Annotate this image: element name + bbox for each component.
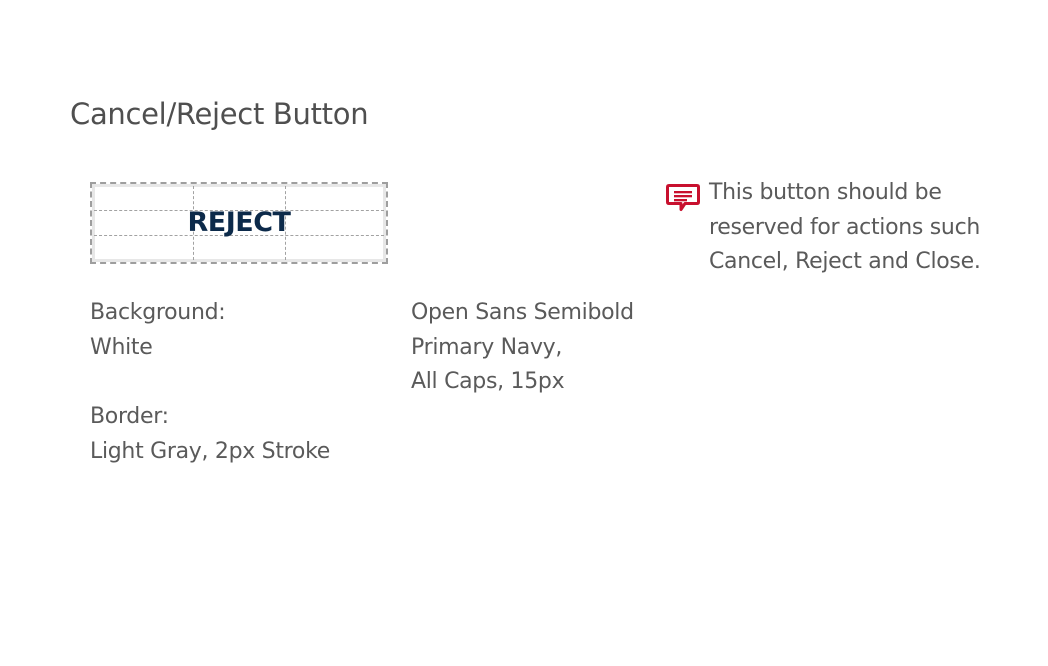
- spec-border-label: Border:: [90, 404, 169, 429]
- usage-note-text: This button should be reserved for actio…: [709, 176, 981, 280]
- usage-note-line: This button should be: [709, 180, 942, 205]
- spec-border: Border: Light Gray, 2px Stroke: [90, 400, 330, 469]
- spec-font-line: Open Sans Semibold: [411, 300, 634, 325]
- spec-font-line: Primary Navy,: [411, 334, 563, 360]
- page-title: Cancel/Reject Button: [70, 97, 369, 131]
- usage-note-line: Cancel, Reject and Close.: [709, 249, 981, 274]
- spec-font: Open Sans Semibold Primary Navy, All Cap…: [411, 296, 634, 400]
- spec-background: Background: White: [90, 296, 226, 365]
- reject-button-label: REJECT: [187, 207, 291, 238]
- spec-font-line: All Caps, 15px: [411, 369, 565, 394]
- spec-border-value: Light Gray, 2px Stroke: [90, 438, 330, 464]
- reject-button-preview[interactable]: REJECT: [90, 182, 388, 264]
- spec-background-value: White: [90, 334, 153, 360]
- spec-background-label: Background:: [90, 300, 226, 325]
- comment-icon: [666, 184, 700, 211]
- usage-note-line: reserved for actions such: [709, 214, 981, 240]
